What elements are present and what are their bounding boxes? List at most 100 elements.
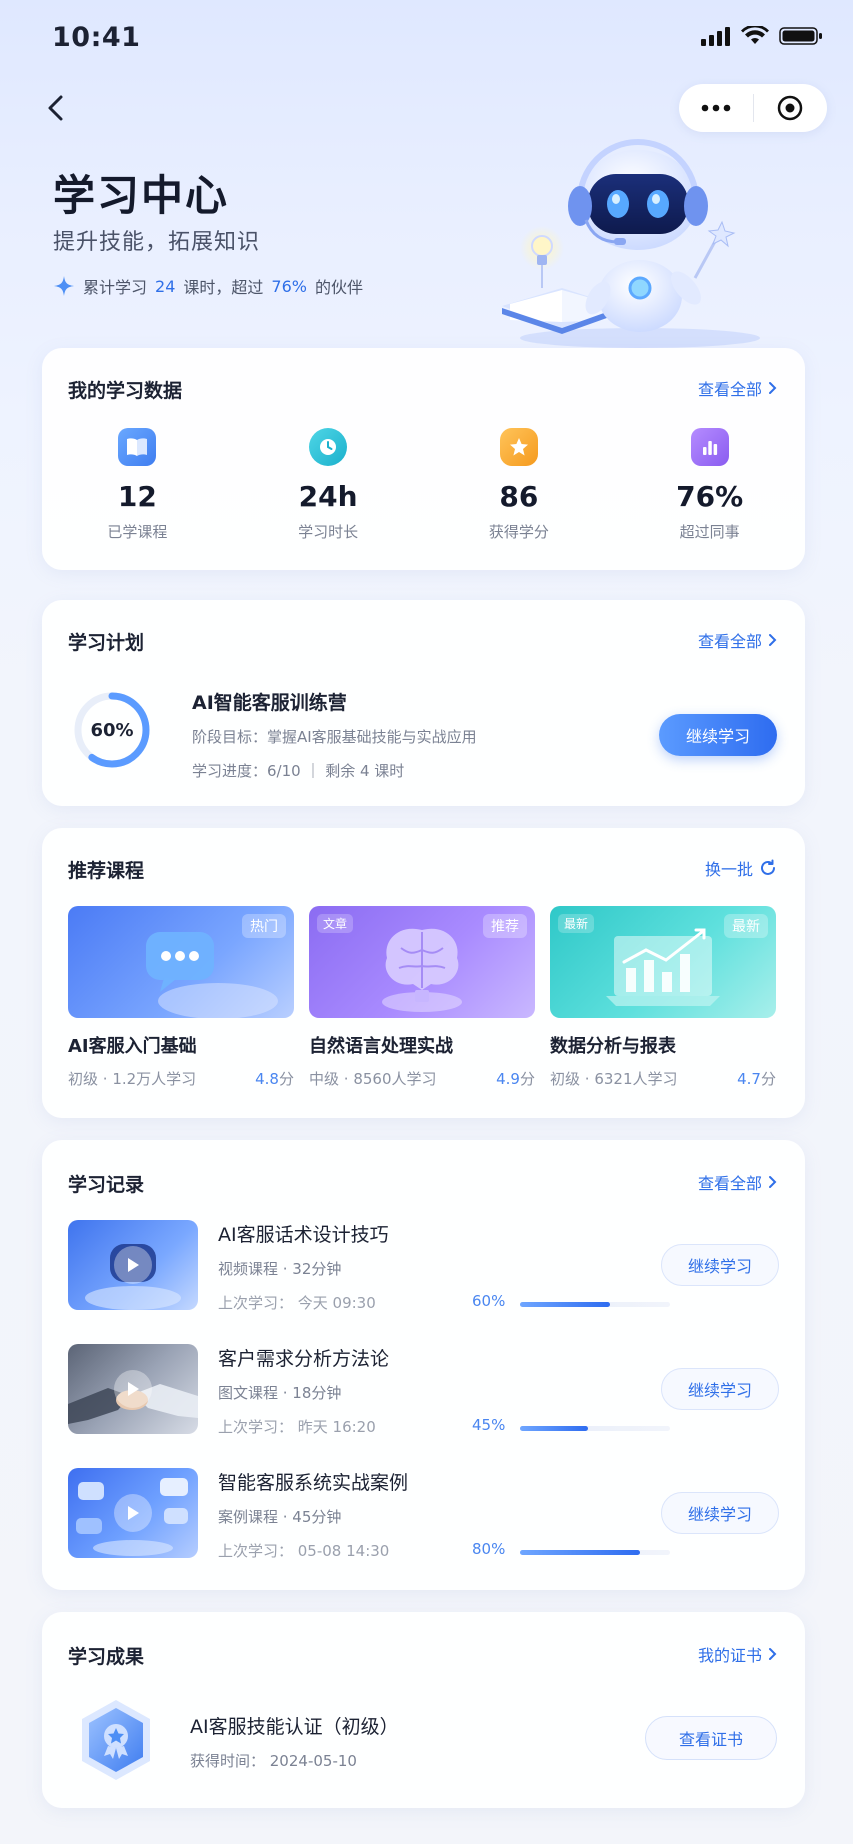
course-level: 初级 <box>68 1070 99 1088</box>
play-icon <box>114 1370 152 1408</box>
study-plan-view-all-link[interactable]: 查看全部 <box>698 628 777 652</box>
course-rating-unit: 分 <box>519 1070 535 1088</box>
back-button[interactable] <box>38 88 72 128</box>
course-level: 中级 <box>309 1070 340 1088</box>
stat-courses-value: 12 <box>117 480 157 513</box>
hero-stat-suffix: 的伙伴 <box>314 278 363 297</box>
page-subtitle: 提升技能，拓展知识 <box>53 230 261 255</box>
course-thumbnail: 热门 <box>68 906 294 1018</box>
history-last-studied: 上次学习： 昨天 16:20 <box>218 1418 376 1436</box>
course-corner-label: 文章 <box>317 914 354 933</box>
certificate-name: AI客服技能认证（初级） <box>190 1716 399 1738</box>
course-rating-unit: 分 <box>278 1070 294 1088</box>
robot-illustration <box>502 139 760 348</box>
stat-duration[interactable]: 24h 学习时长 <box>233 428 424 542</box>
stat-rank-value: 76% <box>676 480 744 513</box>
history-thumbnail <box>68 1220 198 1310</box>
learning-data-view-all-link[interactable]: 查看全部 <box>698 376 777 400</box>
course-name: 自然语言处理实战 <box>309 1036 453 1057</box>
stat-courses[interactable]: 12 已学课程 <box>42 428 233 542</box>
history-percent: 80% <box>472 1540 506 1558</box>
clock-icon <box>309 428 348 466</box>
history-title-text: 客户需求分析方法论 <box>218 1348 390 1370</box>
hero-summary: 累计学习 24 课时，超过 76% 的伙伴 <box>53 274 363 298</box>
recommended-card: 推荐课程 换一批 热门 AI客服入门基础 初级 · 1.2万人学习 4.8分 文… <box>42 828 805 1118</box>
stats-row: 12 已学课程 24h 学习时长 86 获得学分 76% 超过同事 <box>42 428 805 542</box>
course-rating: 4.9 <box>496 1070 520 1088</box>
more-button[interactable] <box>679 84 753 132</box>
course-name: 数据分析与报表 <box>550 1036 676 1057</box>
page-title: 学习中心 <box>53 171 230 220</box>
course-rating: 4.7 <box>737 1070 761 1088</box>
course-learners: 8560人学习 <box>353 1070 437 1088</box>
stat-duration-label: 学习时长 <box>298 523 359 541</box>
wifi-icon <box>741 26 769 44</box>
history-progress-bar <box>520 1426 670 1431</box>
learning-data-card: 我的学习数据 查看全部 12 已学课程 24h 学习时长 86 获得学分 76%… <box>42 348 805 570</box>
course-learners: 1.2万人学习 <box>112 1070 197 1088</box>
stat-credits[interactable]: 86 获得学分 <box>424 428 615 542</box>
battery-icon <box>779 27 822 45</box>
continue-button[interactable]: 继续学习 <box>661 1492 779 1534</box>
close-mini-program-button[interactable] <box>754 84 828 132</box>
bar-chart-icon <box>690 428 729 466</box>
star-badge-icon <box>499 428 538 466</box>
history-progress-fill <box>520 1426 588 1431</box>
course-level: 初级 <box>550 1070 581 1088</box>
course-learners: 6321人学习 <box>594 1070 678 1088</box>
target-icon <box>778 95 803 121</box>
history-progress-fill <box>520 1550 640 1555</box>
view-certificate-button[interactable]: 查看证书 <box>645 1716 777 1760</box>
history-last-studied: 上次学习： 今天 09:30 <box>218 1294 376 1312</box>
hero-stat-percent: 76% <box>271 276 307 296</box>
stat-credits-value: 86 <box>499 480 539 513</box>
recommended-title: 推荐课程 <box>68 860 145 882</box>
history-view-all-link[interactable]: 查看全部 <box>698 1170 777 1194</box>
more-dots-icon <box>701 104 731 112</box>
course-card[interactable]: 文章 推荐 自然语言处理实战 中级 · 8560人学习 4.9分 <box>309 906 535 1089</box>
mini-program-capsule <box>679 84 827 132</box>
play-icon <box>114 1246 152 1284</box>
history-item[interactable]: 客户需求分析方法论 图文课程 · 18分钟 上次学习： 昨天 16:20 45%… <box>68 1344 779 1436</box>
course-meta: 初级 · 1.2万人学习 4.8分 <box>68 1070 294 1088</box>
history-thumbnail <box>68 1468 198 1558</box>
history-title: 学习记录 <box>68 1174 145 1196</box>
certificate-time: 获得时间： 2024-05-10 <box>190 1752 357 1770</box>
history-item[interactable]: 智能客服系统实战案例 案例课程 · 45分钟 上次学习： 05-08 14:30… <box>68 1468 779 1560</box>
study-plan-view-all-label: 查看全部 <box>697 632 762 651</box>
chevron-left-icon <box>48 95 63 121</box>
course-corner-label: 最新 <box>558 914 595 933</box>
achievements-card: 学习成果 我的证书 AI客服技能认证（初级） 获得时间： 2024-05-10 … <box>42 1612 805 1808</box>
course-thumbnail: 最新 最新 <box>550 906 776 1018</box>
stat-rank[interactable]: 76% 超过同事 <box>614 428 805 542</box>
status-time: 10:41 <box>52 22 141 53</box>
history-meta: 视频课程 · 32分钟 <box>218 1260 342 1278</box>
continue-button[interactable]: 继续学习 <box>661 1368 779 1410</box>
continue-button[interactable]: 继续学习 <box>661 1244 779 1286</box>
stat-rank-label: 超过同事 <box>679 523 740 541</box>
plan-progress-text: 60% <box>90 719 134 741</box>
history-item[interactable]: AI客服话术设计技巧 视频课程 · 32分钟 上次学习： 今天 09:30 60… <box>68 1220 779 1312</box>
my-certificates-link[interactable]: 我的证书 <box>698 1642 777 1666</box>
certificate-badge-icon <box>82 1700 150 1780</box>
recommended-list: 热门 AI客服入门基础 初级 · 1.2万人学习 4.8分 文章 推荐 自然语言… <box>68 906 776 1089</box>
history-card: 学习记录 查看全部 AI客服话术设计技巧 视频课程 · 32分钟 上次学习： 今… <box>42 1140 805 1590</box>
course-thumbnail: 文章 推荐 <box>309 906 535 1018</box>
learning-data-view-all-label: 查看全部 <box>697 380 762 399</box>
course-rating: 4.8 <box>255 1070 279 1088</box>
course-card[interactable]: 热门 AI客服入门基础 初级 · 1.2万人学习 4.8分 <box>68 906 294 1089</box>
history-progress-fill <box>520 1302 610 1307</box>
continue-plan-button[interactable]: 继续学习 <box>659 714 777 756</box>
play-icon <box>114 1494 152 1532</box>
history-view-all-label: 查看全部 <box>697 1174 762 1193</box>
stat-credits-label: 获得学分 <box>488 523 549 541</box>
history-title-text: AI客服话术设计技巧 <box>218 1224 389 1246</box>
course-rating-unit: 分 <box>760 1070 776 1088</box>
course-tag: 最新 <box>724 914 768 938</box>
history-progress-bar <box>520 1550 670 1555</box>
course-name: AI客服入门基础 <box>68 1036 197 1057</box>
refresh-batch-link[interactable]: 换一批 <box>705 856 777 880</box>
chevron-right-icon <box>769 1176 777 1188</box>
book-icon <box>118 428 157 466</box>
course-card[interactable]: 最新 最新 数据分析与报表 初级 · 6321人学习 4.7分 <box>550 906 776 1089</box>
